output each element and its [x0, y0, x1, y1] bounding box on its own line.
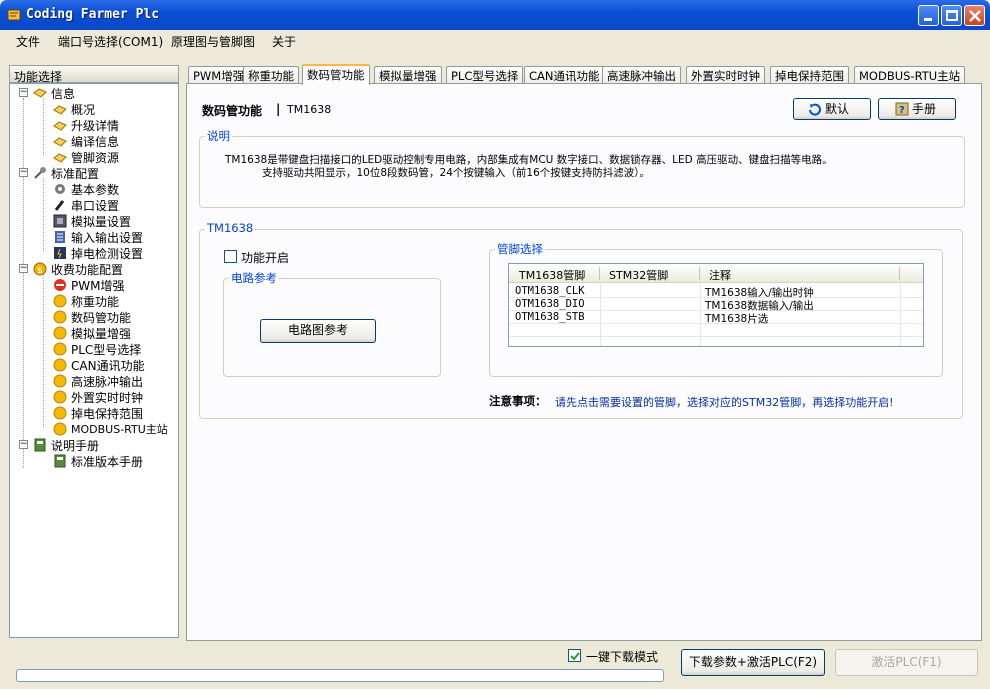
maximize-icon: [946, 10, 958, 21]
download-activate-button[interactable]: 下载参数+激活PLC(F2): [681, 649, 825, 676]
pins-table[interactable]: TM1638管脚 STM32管脚 注释 OTM1638_CLK TM1638输入…: [508, 263, 924, 347]
title-separator: |: [276, 102, 281, 116]
help-book-icon: ?: [895, 102, 909, 116]
coin-icon: [53, 374, 67, 388]
coin-icon: [53, 310, 67, 324]
tab-can[interactable]: CAN通讯功能: [524, 66, 605, 84]
maximize-button[interactable]: [941, 5, 962, 26]
tab-plc-model[interactable]: PLC型号选择: [446, 66, 524, 84]
io-icon: [55, 231, 65, 243]
no-entry-icon: [54, 279, 66, 291]
minimize-icon: [924, 18, 932, 21]
book-icon: [54, 454, 66, 468]
pin-note: TM1638片选: [705, 313, 769, 325]
pins-table-header: TM1638管脚 STM32管脚 注释: [509, 264, 923, 283]
tab-pulse[interactable]: 高速脉冲输出: [602, 66, 681, 84]
menu-file[interactable]: 文件: [16, 33, 40, 50]
reset-icon: [809, 103, 821, 116]
tab-digit-tube[interactable]: 数码管功能: [302, 64, 370, 85]
tree-line: [23, 98, 24, 468]
collapse-icon[interactable]: −: [19, 264, 28, 273]
close-button[interactable]: [964, 5, 985, 26]
menu-bar: 文件 端口号选择(COM1) 原理图与管脚图 关于: [0, 30, 990, 52]
menu-port-select[interactable]: 端口号选择(COM1): [58, 33, 163, 50]
collapse-icon[interactable]: −: [19, 440, 28, 449]
column-note[interactable]: 注释: [709, 267, 731, 283]
function-tree[interactable]: − 信息 概况 升级详情 编译信息 管脚资源 − 标准配置 基本参数 串口设置 …: [9, 83, 179, 638]
oneclick-label: 一键下载模式: [586, 650, 659, 664]
function-panel: 功能选择 − 信息 概况 升级详情 编译信息 管脚资源 − 标准配置 基本参数 …: [9, 65, 179, 638]
svg-text:$: $: [37, 266, 43, 276]
tree-line: [43, 274, 44, 427]
description-line2: 支持驱动共阳显示，10位8段数码管，24个按键输入（前16个按键支持防抖滤波）。: [262, 167, 651, 179]
coin-icon: [53, 422, 67, 436]
oneclick-checkbox[interactable]: [568, 649, 581, 662]
function-panel-header: 功能选择: [9, 65, 179, 84]
circuit-group-title: 电路参考: [229, 270, 279, 286]
coin-icon: [53, 358, 67, 372]
minimize-button[interactable]: [918, 5, 939, 26]
enable-label: 功能开启: [241, 251, 290, 265]
doc-icon: [53, 121, 67, 131]
window-title: Coding Farmer Plc: [26, 7, 160, 22]
coins-icon: $: [33, 262, 47, 276]
tab-retain[interactable]: 掉电保持范围: [770, 66, 849, 84]
collapse-icon[interactable]: −: [19, 168, 28, 177]
chip-icon: [53, 214, 67, 228]
doc-icon: [53, 105, 67, 115]
coin-icon: [53, 342, 67, 356]
tab-content: 数码管功能 | TM1638 默认 ? 手册 说明 TM1638是带键盘扫描接口…: [186, 83, 982, 641]
checkmark-icon: [570, 652, 580, 661]
manual-button[interactable]: ? 手册: [878, 98, 956, 120]
tab-modbus[interactable]: MODBUS-RTU主站: [854, 66, 966, 84]
menu-about[interactable]: 关于: [272, 33, 296, 50]
circuit-button[interactable]: 电路图参考: [260, 319, 376, 343]
doc-icon: [53, 137, 67, 147]
svg-text:?: ?: [899, 105, 905, 116]
activate-button[interactable]: 激活PLC(F1): [835, 649, 978, 676]
function-tabs: PWM增强 称重功能 数码管功能 模拟量增强 PLC型号选择 CAN通讯功能 高…: [186, 64, 986, 85]
info-folder-icon: [33, 88, 47, 98]
column-stm32-pin[interactable]: STM32管脚: [609, 267, 668, 283]
tab-rtc[interactable]: 外置实时时钟: [686, 66, 765, 84]
menu-schematic[interactable]: 原理图与管脚图: [171, 33, 255, 50]
pin-name: OTM1638_CLK: [515, 285, 585, 297]
powerloss-icon: [54, 247, 66, 259]
pin-name: OTM1638_DIO: [515, 298, 585, 310]
tab-weighing[interactable]: 称重功能: [243, 66, 299, 84]
pin-name: OTM1638_STB: [515, 311, 585, 323]
column-tm1638-pin[interactable]: TM1638管脚: [519, 267, 585, 283]
close-icon: [969, 10, 981, 22]
coin-icon: [53, 326, 67, 340]
app-icon: [7, 9, 21, 21]
description-title: 说明: [205, 128, 232, 144]
tab-analog-plus[interactable]: 模拟量增强: [374, 66, 442, 84]
book-icon: [34, 438, 46, 452]
coin-icon: [53, 406, 67, 420]
plug-icon: [54, 200, 65, 211]
enable-checkbox[interactable]: [224, 250, 237, 263]
tree-line: [43, 98, 44, 155]
coin-icon: [53, 294, 67, 308]
note-label: 注意事项：: [489, 394, 547, 408]
tab-pwm[interactable]: PWM增强: [188, 66, 250, 84]
default-button[interactable]: 默认: [793, 98, 871, 120]
title-bar: Coding Farmer Plc: [0, 0, 990, 30]
note-text: 请先点击需要设置的管脚，选择对应的STM32管脚，再选择功能开启!: [555, 396, 894, 409]
tools-icon: [34, 167, 46, 179]
doc-icon: [53, 153, 67, 163]
pins-group-title: 管脚选择: [495, 241, 545, 257]
tree-line: [43, 178, 44, 251]
progress-bar: [16, 669, 664, 682]
coin-icon: [53, 390, 67, 404]
tm1638-group-title: TM1638: [205, 221, 256, 235]
panel-title: 数码管功能: [202, 104, 263, 118]
chip-label: TM1638: [287, 103, 332, 116]
collapse-icon[interactable]: −: [19, 88, 28, 97]
gear-icon: [55, 184, 65, 194]
